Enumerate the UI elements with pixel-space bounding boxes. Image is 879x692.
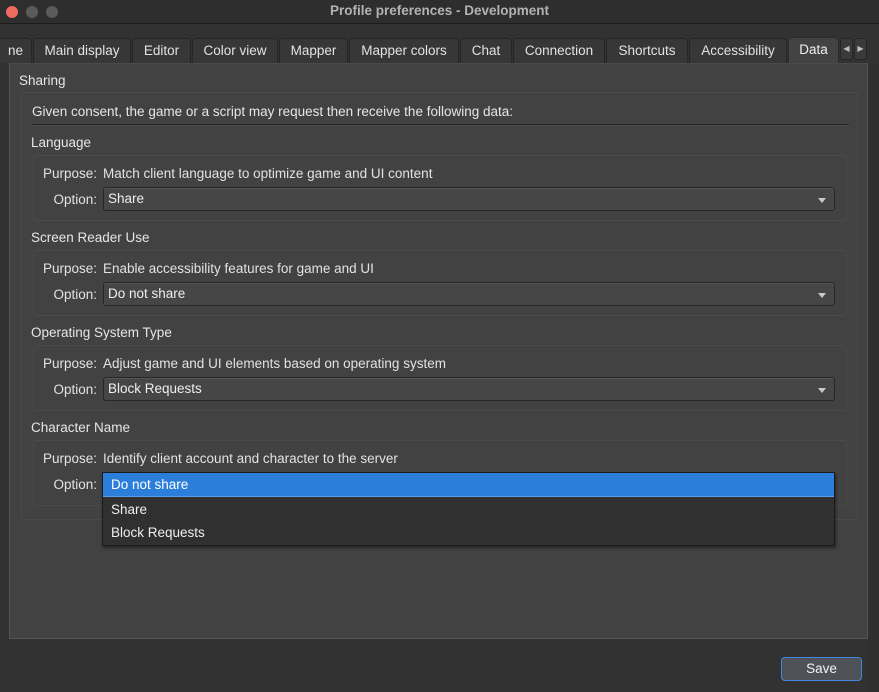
screen-reader-option-label: Option: — [53, 287, 97, 302]
title-bar: Profile preferences - Development — [0, 0, 879, 24]
chevron-down-icon — [818, 293, 826, 298]
sharing-intro-text: Given consent, the game or a script may … — [32, 104, 514, 119]
tab-shortcuts[interactable]: Shortcuts — [606, 38, 688, 63]
data-tab-page: Sharing Given consent, the game or a scr… — [9, 63, 868, 639]
tab-partial[interactable]: ne — [0, 38, 32, 63]
sharing-group-title: Sharing — [19, 73, 66, 88]
language-option-value: Share — [108, 191, 145, 206]
tab-accessibility[interactable]: Accessibility — [689, 38, 787, 63]
language-option-label: Option: — [53, 192, 97, 207]
language-option-select[interactable]: Share — [103, 187, 835, 211]
chevron-down-icon — [818, 388, 826, 393]
screen-reader-option-select[interactable]: Do not share — [103, 282, 835, 306]
character-name-option-label: Option: — [53, 477, 97, 492]
chevron-down-icon — [818, 198, 826, 203]
language-section-title: Language — [31, 135, 92, 150]
tab-main-display[interactable]: Main display — [33, 38, 131, 63]
tab-bar: ne Main display Editor Color view Mapper… — [0, 37, 879, 64]
screen-reader-purpose-label: Purpose: — [42, 261, 97, 276]
os-type-purpose-text: Adjust game and UI elements based on ope… — [103, 356, 446, 371]
dropdown-option-block-requests[interactable]: Block Requests — [103, 521, 834, 545]
os-type-purpose-label: Purpose: — [42, 356, 97, 371]
tab-connection[interactable]: Connection — [513, 38, 605, 63]
character-name-purpose-text: Identify client account and character to… — [103, 451, 398, 466]
chevron-left-icon: ◀ — [843, 44, 850, 53]
screen-reader-section-title: Screen Reader Use — [31, 230, 150, 245]
tab-mapper-colors[interactable]: Mapper colors — [349, 38, 459, 63]
character-name-option-dropdown[interactable]: Do not share Share Block Requests — [102, 472, 835, 546]
window-title: Profile preferences - Development — [329, 3, 550, 18]
os-type-option-value: Block Requests — [108, 381, 202, 396]
chevron-right-icon: ▶ — [857, 44, 864, 53]
separator-line — [32, 124, 849, 126]
window-edge — [868, 63, 879, 692]
tab-scroll-left-button[interactable]: ◀ — [840, 38, 853, 60]
tab-editor[interactable]: Editor — [132, 38, 191, 63]
os-type-option-select[interactable]: Block Requests — [103, 377, 835, 401]
dropdown-option-share[interactable]: Share — [103, 498, 834, 522]
dropdown-option-do-not-share[interactable]: Do not share — [103, 473, 834, 497]
os-type-option-label: Option: — [53, 382, 97, 397]
os-type-section-title: Operating System Type — [31, 325, 172, 340]
tab-mapper[interactable]: Mapper — [279, 38, 348, 63]
language-purpose-label: Purpose: — [42, 166, 97, 181]
tab-color-view[interactable]: Color view — [192, 38, 278, 63]
tab-data[interactable]: Data — [788, 37, 839, 64]
character-name-purpose-label: Purpose: — [42, 451, 97, 466]
save-button[interactable]: Save — [781, 657, 862, 681]
language-purpose-text: Match client language to optimize game a… — [103, 166, 433, 181]
tab-chat[interactable]: Chat — [460, 38, 512, 63]
screen-reader-purpose-text: Enable accessibility features for game a… — [103, 261, 374, 276]
character-name-section-title: Character Name — [31, 420, 131, 435]
screen-reader-option-value: Do not share — [108, 286, 186, 301]
tab-scroll-right-button[interactable]: ▶ — [854, 38, 867, 60]
